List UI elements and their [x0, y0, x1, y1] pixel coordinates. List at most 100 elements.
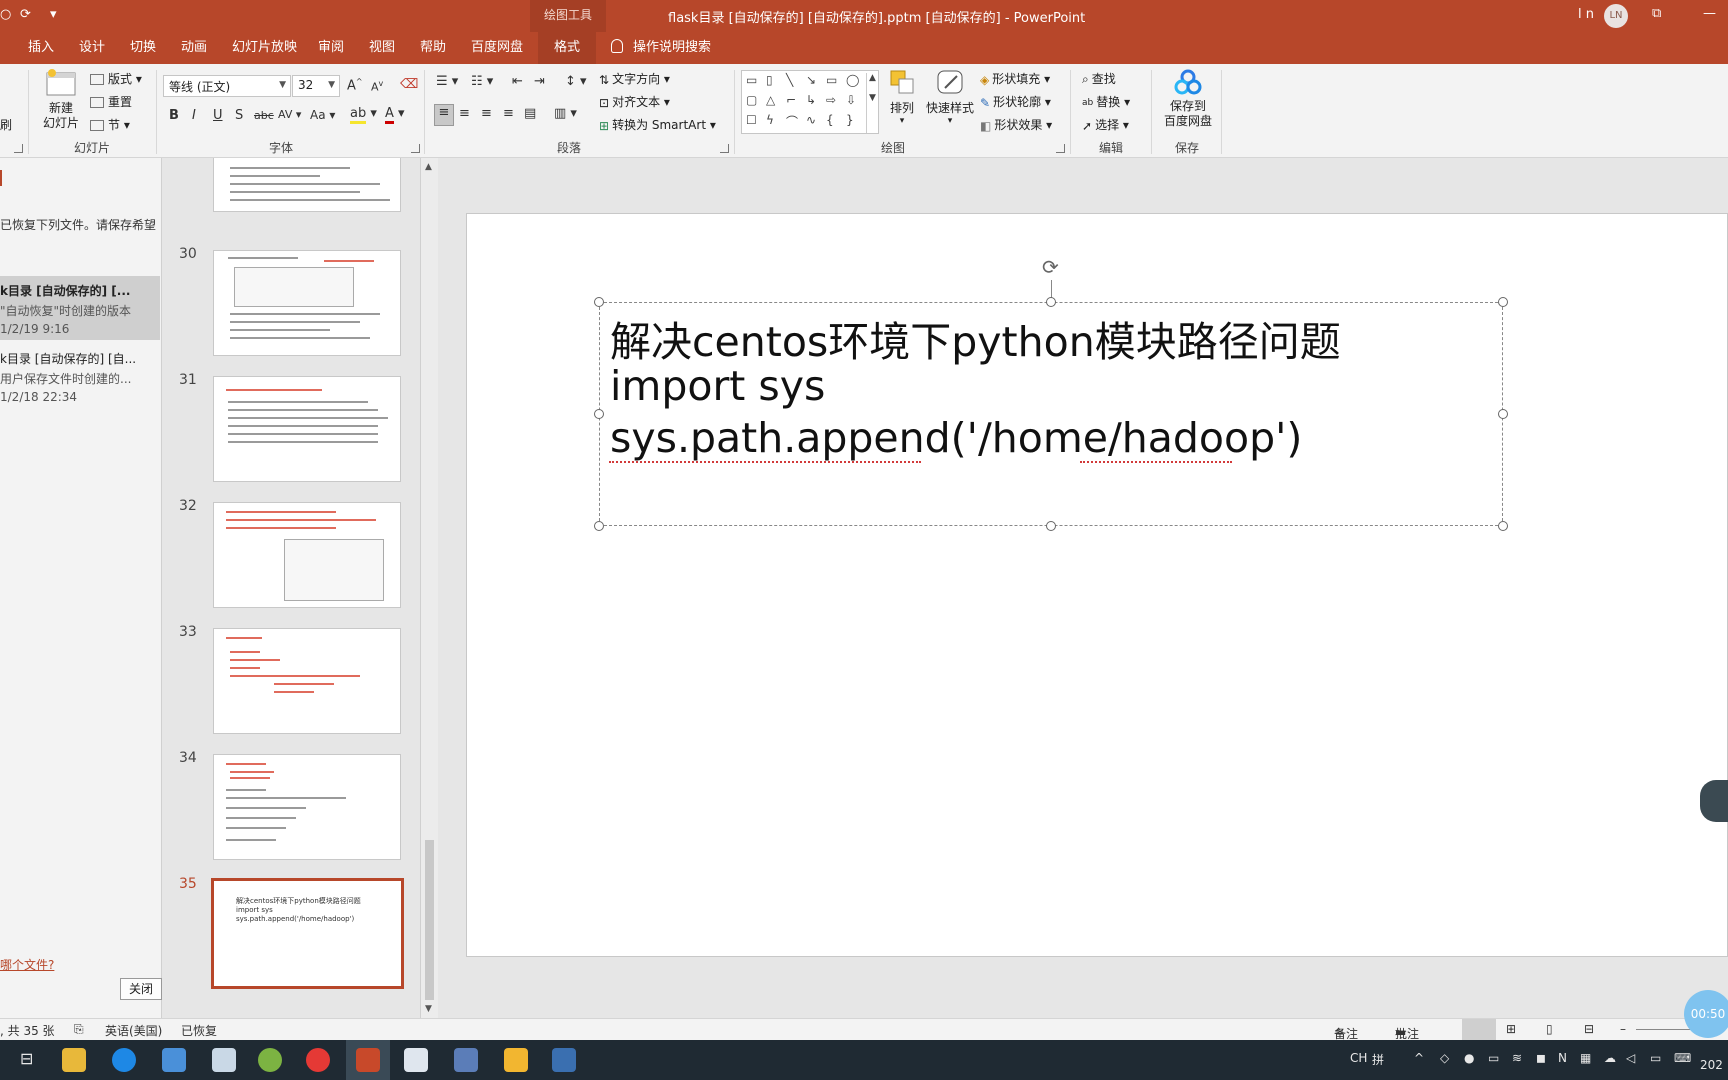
network-icon[interactable]: ▦ — [1580, 1051, 1591, 1065]
slide-thumbnail-active[interactable]: 解决centos环境下python模块路径问题 import sys sys.p… — [211, 878, 404, 989]
ribbon-display-icon[interactable]: ⧉ — [1652, 6, 1661, 21]
font-color-icon[interactable]: A ▾ — [385, 106, 405, 124]
input-language[interactable]: CH — [1350, 1051, 1367, 1065]
line-spacing-icon[interactable]: ↕ ▾ — [565, 74, 587, 89]
tab-format[interactable]: 格式 — [538, 32, 597, 64]
align-center-icon[interactable]: ≡ — [459, 106, 470, 121]
microphone-icon[interactable]: ● — [1464, 1051, 1474, 1065]
curve-shape-icon[interactable]: ∿ — [806, 113, 816, 127]
keyboard-icon[interactable]: ⌨ — [1674, 1051, 1691, 1065]
normal-view-icon[interactable] — [1462, 1019, 1496, 1040]
onenote-icon[interactable]: N — [1558, 1051, 1567, 1065]
recovery-file-item[interactable]: k目录 [自动保存的] [自... 用户保存文件时创建的... 1/2/18 2… — [0, 344, 160, 408]
change-case-button[interactable]: Aa ▾ — [310, 108, 335, 122]
slide-thumbnail[interactable] — [213, 158, 401, 212]
left-brace-shape-icon[interactable]: { — [826, 113, 834, 127]
convert-smartart-button[interactable]: ⊞ 转换为 SmartArt ▾ — [599, 116, 716, 133]
clear-format-icon[interactable]: ⌫ — [400, 77, 418, 92]
file-explorer-icon[interactable] — [62, 1048, 86, 1072]
task-view-icon[interactable]: ⊟ — [20, 1049, 33, 1068]
zoom-out-icon[interactable]: – — [1620, 1022, 1626, 1036]
shape-outline-button[interactable]: ✎ 形状轮廓 ▾ — [980, 93, 1051, 110]
tab-baidu-netdisk[interactable]: 百度网盘 — [471, 32, 523, 64]
shape-fill-button[interactable]: ◈ 形状填充 ▾ — [980, 70, 1050, 87]
align-text-button[interactable]: ⊡ 对齐文本 ▾ — [599, 93, 670, 110]
slide-thumbnail[interactable] — [213, 754, 401, 860]
rotate-handle-icon[interactable]: ⟳ — [1042, 257, 1062, 277]
tab-design[interactable]: 设计 — [79, 32, 105, 64]
resize-handle[interactable] — [1498, 297, 1508, 307]
battery-icon[interactable]: ▭ — [1650, 1051, 1661, 1065]
resize-handle[interactable] — [1498, 409, 1508, 419]
arrow-line-shape-icon[interactable]: ↘ — [806, 73, 816, 87]
slide-thumbnail[interactable] — [213, 502, 401, 608]
scribble-shape-icon[interactable]: ϟ — [766, 113, 774, 127]
font-name-combo[interactable]: 等线 (正文) ▼ — [163, 75, 291, 97]
chrome-icon[interactable] — [306, 1048, 330, 1072]
elbow-connector-shape-icon[interactable]: ↳ — [806, 93, 816, 107]
scroll-up-icon[interactable]: ▲ — [425, 162, 432, 172]
font-launcher-icon[interactable] — [411, 144, 420, 153]
align-right-icon[interactable]: ≡ — [481, 106, 492, 121]
columns-icon[interactable]: ▥ ▾ — [554, 106, 577, 121]
nvidia-icon[interactable]: ◼ — [1536, 1051, 1546, 1065]
format-painter-partial[interactable]: 刷 — [0, 116, 12, 133]
freeform-shape-icon[interactable]: ☐ — [746, 113, 757, 127]
drawing-launcher-icon[interactable] — [1056, 144, 1065, 153]
tab-animations[interactable]: 动画 — [181, 32, 207, 64]
align-left-icon[interactable]: ≡ — [434, 104, 454, 126]
slide-sorter-icon[interactable]: ⊞ — [1506, 1022, 1516, 1036]
arc-shape-icon[interactable]: ⌒ — [786, 113, 798, 130]
tab-help[interactable]: 帮助 — [420, 32, 446, 64]
vertical-textbox-shape-icon[interactable]: ▯ — [766, 73, 773, 87]
notes-app-icon[interactable] — [504, 1048, 528, 1072]
connector-shape-icon[interactable]: ⌐ — [786, 93, 796, 107]
bold-button[interactable]: B — [169, 108, 179, 123]
decrease-indent-icon[interactable]: ⇤ — [512, 74, 523, 89]
gallery-scroll-icon[interactable]: ▲ ▼ — [866, 73, 876, 133]
replace-button[interactable]: ab 替换 ▾ — [1082, 93, 1130, 110]
rectangle-shape-icon[interactable]: ▭ — [826, 73, 837, 87]
tab-slideshow[interactable]: 幻灯片放映 — [232, 32, 297, 64]
right-brace-shape-icon[interactable]: } — [846, 113, 854, 127]
shield-icon[interactable]: ◇ — [1440, 1051, 1449, 1065]
shape-effects-button[interactable]: ◧ 形状效果 ▾ — [980, 116, 1052, 133]
slide-text-line[interactable]: import sys — [610, 362, 825, 410]
tray-expand-icon[interactable]: ^ — [1414, 1051, 1424, 1065]
shapes-gallery[interactable]: ▭ ▯ ╲ ↘ ▭ ◯ ▢ △ ⌐ ↳ ⇨ ⇩ ☐ ϟ ⌒ ∿ { } ▲ ▼ — [741, 70, 879, 134]
clipboard-launcher-icon[interactable] — [14, 144, 23, 153]
thumbnails-scrollbar[interactable]: ▲ ▼ — [420, 158, 438, 1022]
oval-shape-icon[interactable]: ◯ — [846, 73, 859, 87]
touch-mode-icon[interactable]: ⟳ — [20, 7, 31, 22]
shrink-font-button[interactable]: Av — [371, 79, 383, 94]
grow-font-button[interactable]: A^ — [347, 77, 363, 93]
browser-app-icon[interactable] — [258, 1048, 282, 1072]
new-slide-button[interactable]: 新建 幻灯片 — [38, 68, 84, 131]
drawing-app-icon[interactable] — [404, 1048, 428, 1072]
save-to-baidu-button[interactable]: 保存到 百度网盘 — [1160, 68, 1216, 129]
slide-text-line[interactable]: 解决centos环境下python模块路径问题 — [610, 308, 1341, 368]
avatar[interactable]: LN — [1604, 4, 1628, 28]
justify-icon[interactable]: ≡ — [503, 106, 514, 121]
customize-icon[interactable]: ▾ — [50, 7, 57, 22]
floating-nav-widget[interactable] — [1700, 780, 1728, 822]
ime-indicator[interactable]: 拼 — [1372, 1051, 1384, 1068]
paragraph-launcher-icon[interactable] — [720, 144, 729, 153]
resize-handle[interactable] — [594, 521, 604, 531]
resize-handle[interactable] — [1046, 297, 1056, 307]
slide-text-line[interactable]: sys.path.append('/home/hadoop') — [610, 414, 1302, 462]
distributed-icon[interactable]: ▤ — [524, 106, 536, 121]
tab-transitions[interactable]: 切换 — [130, 32, 156, 64]
slide-thumbnail[interactable] — [213, 250, 401, 356]
resize-handle[interactable] — [594, 297, 604, 307]
increase-indent-icon[interactable]: ⇥ — [534, 74, 545, 89]
underline-button[interactable]: U — [213, 108, 223, 123]
network-tool-icon[interactable] — [454, 1048, 478, 1072]
strikethrough-button[interactable]: abc — [254, 109, 274, 122]
resize-handle[interactable] — [594, 409, 604, 419]
textbox-shape-icon[interactable]: ▭ — [746, 73, 757, 87]
tab-view[interactable]: 视图 — [369, 32, 395, 64]
terminal-app-icon[interactable] — [552, 1048, 576, 1072]
reset-button[interactable]: 重置 — [90, 93, 132, 110]
tell-me-search[interactable]: 操作说明搜索 — [611, 32, 711, 64]
